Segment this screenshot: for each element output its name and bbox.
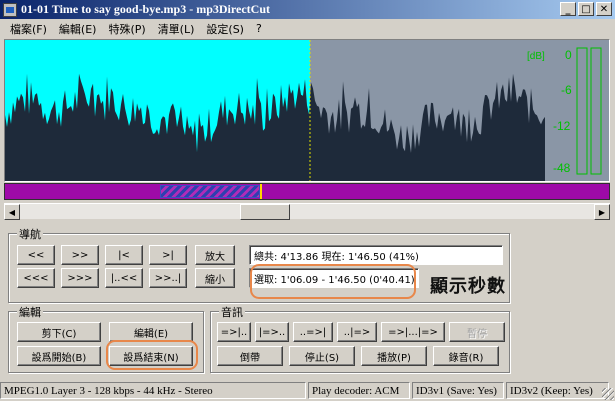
menu-bar: 檔案(F) 編輯(E) 特殊(P) 清單(L) 設定(S) ? xyxy=(0,19,615,38)
highlight-ring-set-end xyxy=(106,340,198,370)
window-title: 01-01 Time to say good-bye.mp3 - mp3Dire… xyxy=(21,2,270,16)
edit-button[interactable]: 編輯(E) xyxy=(109,322,193,342)
minimize-button[interactable]: _ xyxy=(560,2,576,16)
audio-group-title: 音訊 xyxy=(219,304,245,320)
stop-button[interactable]: 停止(S) xyxy=(289,346,355,366)
menu-file[interactable]: 檔案(F) xyxy=(4,21,53,37)
nav-back-button[interactable]: << xyxy=(17,245,55,265)
app-icon xyxy=(3,2,17,17)
position-bar[interactable] xyxy=(4,183,610,200)
maximize-button[interactable]: □ xyxy=(578,2,594,16)
record-button[interactable]: 錄音(R) xyxy=(433,346,499,366)
play-around-button[interactable]: =>|...|=> xyxy=(381,322,445,342)
nav-selection-end-forward-button[interactable]: >>..| xyxy=(149,268,187,288)
callout-show-seconds: 顯示秒數 xyxy=(430,276,506,297)
scroll-right-arrow-icon[interactable]: ▶ xyxy=(594,204,610,220)
scroll-left-arrow-icon[interactable]: ◀ xyxy=(4,204,20,220)
nav-to-end-button[interactable]: >| xyxy=(149,245,187,265)
total-position-display: 總共: 4'13.86 現在: 1'46.50 (41%) xyxy=(249,245,503,265)
menu-list[interactable]: 清單(L) xyxy=(152,21,201,37)
play-from-end-button[interactable]: ..|=> xyxy=(337,322,377,342)
set-start-button[interactable]: 設爲開始(B) xyxy=(17,346,101,366)
zoom-in-button[interactable]: 放大 xyxy=(195,245,235,265)
menu-edit[interactable]: 編輯(E) xyxy=(53,21,103,37)
status-id3v1: ID3v1 (Save: Yes) xyxy=(412,382,504,399)
play-to-end-button[interactable]: ..=>| xyxy=(293,322,333,342)
play-to-start-button[interactable]: =>|.. xyxy=(217,322,251,342)
audio-group: 音訊 =>|.. |=>.. ..=>| ..|=> =>|...|=> 暫停 … xyxy=(210,304,510,373)
status-id3v2: ID3v2 (Keep: Yes) xyxy=(506,382,609,399)
play-from-start-button[interactable]: |=>.. xyxy=(255,322,289,342)
playback-cursor[interactable] xyxy=(260,184,262,199)
meter-tick-label: 0 xyxy=(565,48,572,62)
nav-selection-start-back-button[interactable]: |..<< xyxy=(105,268,143,288)
nav-to-start-button[interactable]: |< xyxy=(105,245,143,265)
zoom-out-button[interactable]: 縮小 xyxy=(195,268,235,288)
cut-button[interactable]: 剪下(C) xyxy=(17,322,101,342)
status-bar: MPEG1.0 Layer 3 - 128 kbps - 44 kHz - St… xyxy=(0,380,615,400)
scroll-thumb[interactable] xyxy=(240,204,290,220)
selection-range[interactable] xyxy=(160,185,260,198)
status-format: MPEG1.0 Layer 3 - 128 kbps - 44 kHz - St… xyxy=(0,382,306,399)
resize-grip[interactable] xyxy=(602,388,614,400)
nav-fast-back-button[interactable]: <<< xyxy=(17,268,55,288)
meter-tick-label: -12 xyxy=(553,119,571,133)
menu-special[interactable]: 特殊(P) xyxy=(102,21,151,37)
waveform-panel[interactable]: [dB] 0 -6 -12 -48 xyxy=(4,39,610,182)
horizontal-scrollbar[interactable]: ◀ ▶ xyxy=(4,203,610,220)
nav-fast-forward-button[interactable]: >>> xyxy=(61,268,99,288)
meter-db-label: [dB] xyxy=(527,51,545,62)
rewind-button[interactable]: 倒帶 xyxy=(217,346,283,366)
meter-tick-label: -6 xyxy=(561,83,572,97)
meter-tick-label: -48 xyxy=(553,161,571,175)
status-decoder: Play decoder: ACM xyxy=(308,382,410,399)
edit-group-title: 編輯 xyxy=(17,304,43,320)
menu-help[interactable]: ? xyxy=(250,22,268,35)
close-button[interactable]: ✕ xyxy=(596,2,612,16)
waveform-display[interactable]: [dB] 0 -6 -12 -48 xyxy=(5,40,609,181)
nav-forward-button[interactable]: >> xyxy=(61,245,99,265)
highlight-ring-selection xyxy=(250,264,416,299)
title-bar: 01-01 Time to say good-bye.mp3 - mp3Dire… xyxy=(0,0,615,19)
play-button[interactable]: 播放(P) xyxy=(361,346,427,366)
menu-settings[interactable]: 設定(S) xyxy=(200,21,250,37)
navigation-group-title: 導航 xyxy=(17,226,43,242)
pause-button[interactable]: 暫停 xyxy=(449,322,505,342)
